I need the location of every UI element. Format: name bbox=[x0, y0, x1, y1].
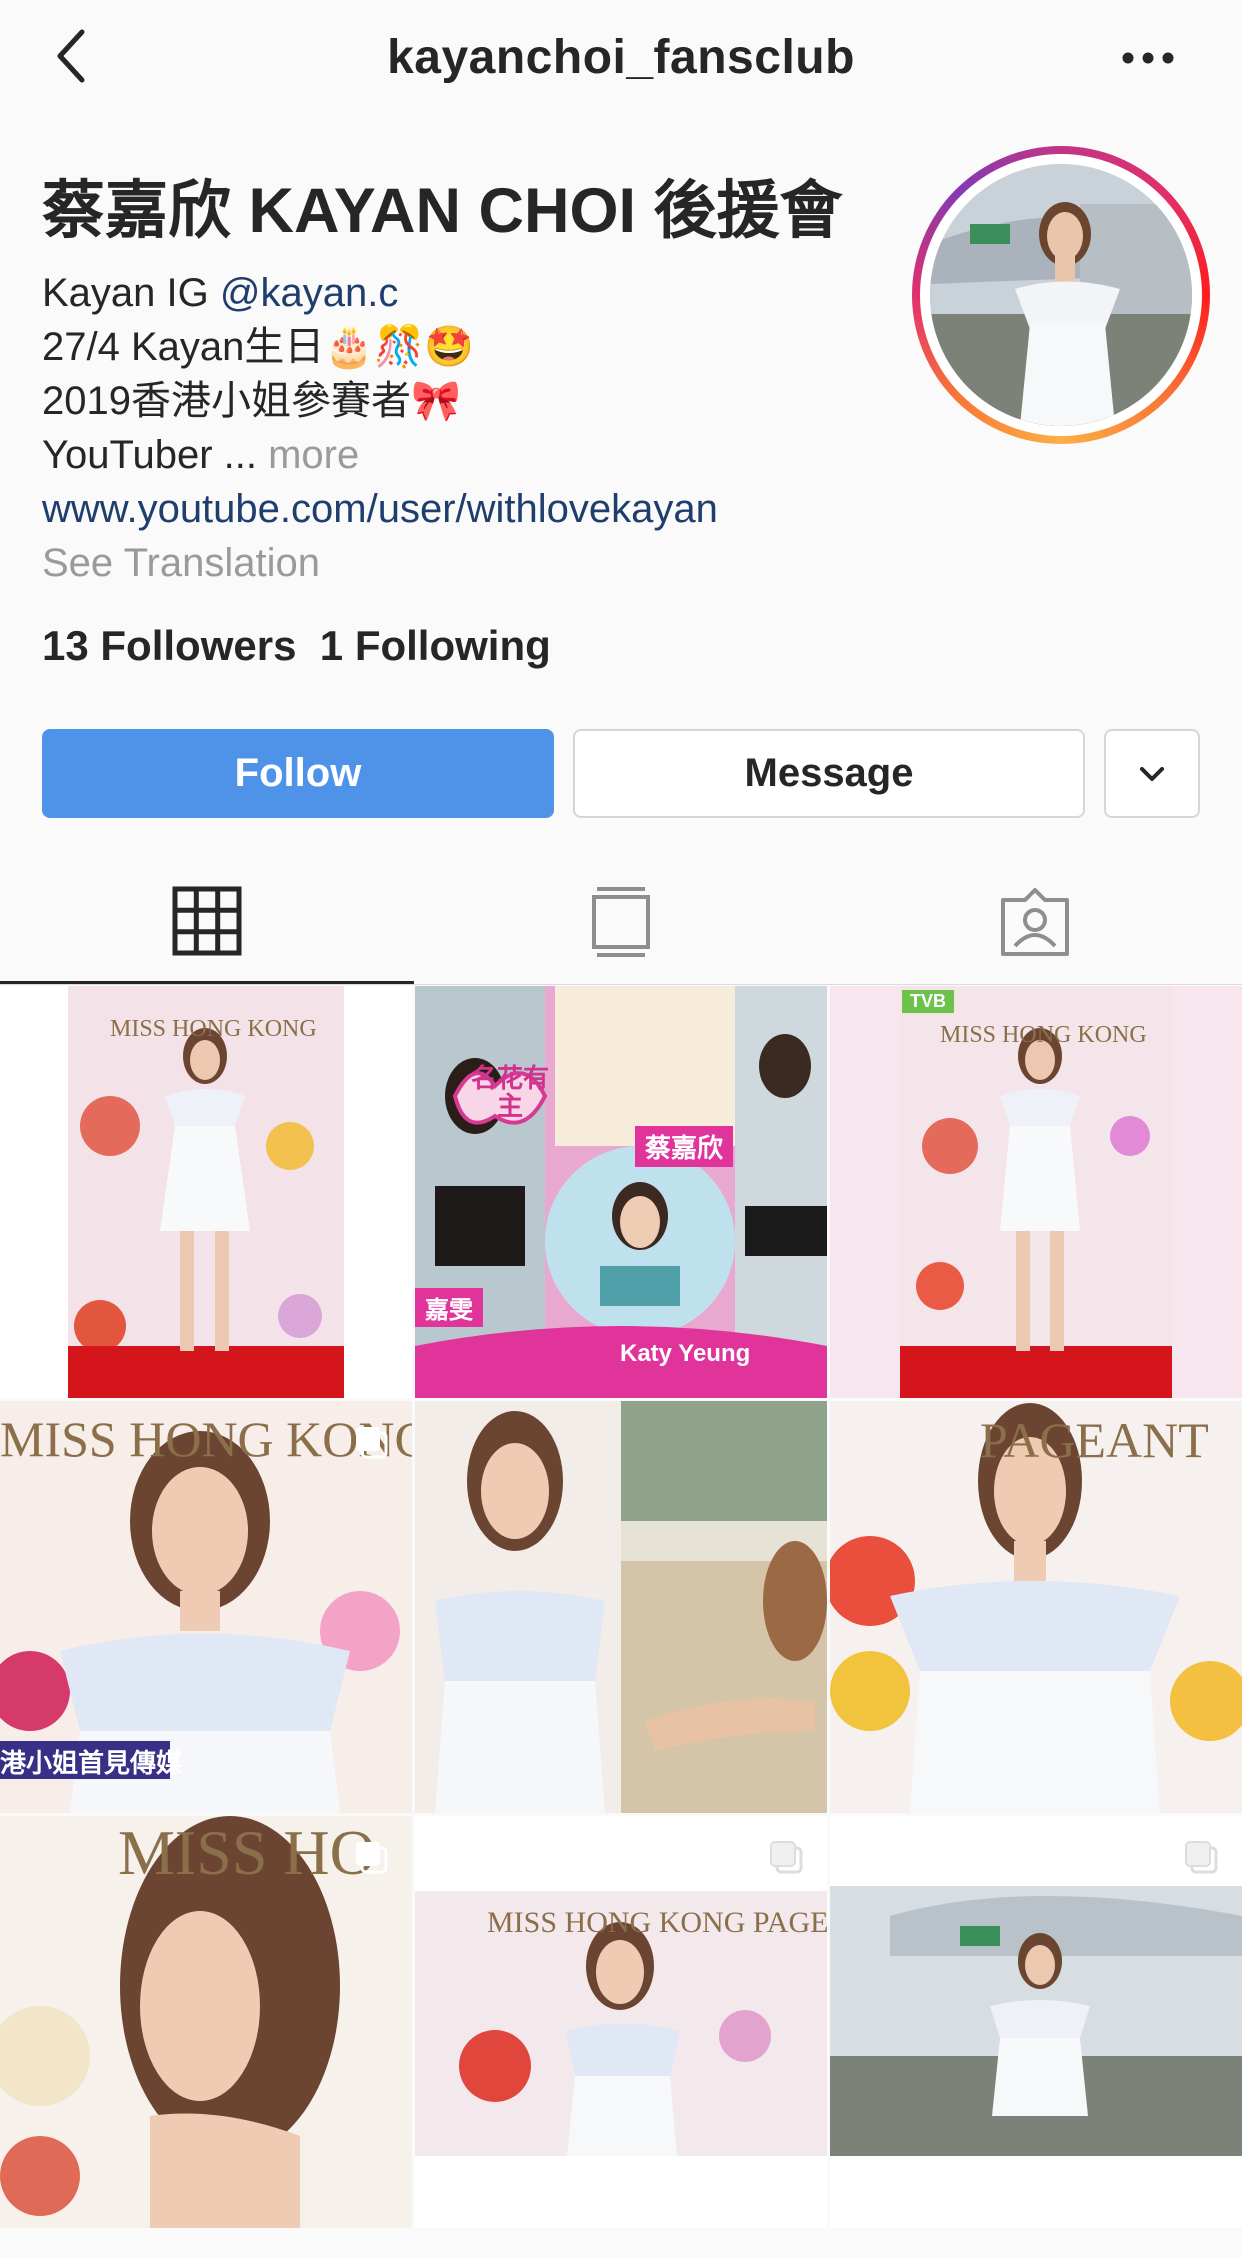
post-overlay-text: MISS HONG KONG PAGE bbox=[0, 1411, 412, 1467]
followers-stat[interactable]: 13 Followers bbox=[42, 622, 296, 669]
post-thumbnail[interactable]: MISS HONG KONG PAGE bbox=[415, 1816, 827, 2228]
tab-tagged[interactable] bbox=[828, 860, 1242, 984]
bio-more-link[interactable]: more bbox=[268, 433, 359, 477]
profile-tabs bbox=[0, 860, 1242, 985]
bio-ig-prefix: Kayan IG bbox=[42, 271, 220, 315]
tvb-logo-badge: TVB bbox=[902, 990, 954, 1013]
chevron-down-icon bbox=[1140, 766, 1164, 781]
post-thumbnail[interactable]: TVB MISS HONG KONG bbox=[830, 986, 1242, 1398]
post-caption: 港小姐首見傳媒 bbox=[0, 1748, 183, 1778]
profile-stats: 13 Followers 1 Following bbox=[42, 622, 551, 670]
bio-line-birthday: 27/4 Kayan生日🎂🎊🤩 bbox=[42, 325, 474, 369]
bio-line-youtuber: YouTuber ... more bbox=[42, 428, 718, 482]
multiple-posts-icon bbox=[770, 1841, 803, 1874]
following-label: Following bbox=[354, 622, 551, 669]
post-thumbnail[interactable]: 名花有主 蔡嘉欣 Katy Yeung 嘉雯 bbox=[415, 986, 827, 1398]
post-overlay-text: 名花有主 bbox=[470, 1063, 549, 1121]
tagged-icon bbox=[1001, 888, 1069, 956]
bio-website-link[interactable]: www.youtube.com/user/withlovekayan bbox=[42, 482, 718, 536]
ellipsis-icon[interactable] bbox=[1118, 28, 1178, 88]
suggested-dropdown-button[interactable] bbox=[1104, 729, 1200, 818]
multiple-posts-icon bbox=[1185, 1841, 1218, 1874]
multiple-posts-icon bbox=[356, 1842, 388, 1874]
followers-count: 13 bbox=[42, 622, 89, 669]
post-caption: 蔡嘉欣 bbox=[635, 1126, 734, 1167]
following-stat[interactable]: 1 Following bbox=[320, 622, 551, 669]
igtv-icon bbox=[592, 887, 650, 957]
post-caption: 嘉雯 bbox=[415, 1288, 483, 1327]
post-thumbnail[interactable]: MISS HONG KONG PAGE 港小姐首見傳媒 bbox=[0, 1401, 412, 1813]
bio-youtuber-text: YouTuber ... bbox=[42, 433, 269, 477]
top-bar: kayanchoi_fansclub bbox=[0, 0, 1242, 120]
tab-grid[interactable] bbox=[0, 860, 414, 984]
multiple-posts-icon bbox=[356, 1427, 388, 1459]
post-overlay-text: PAGEANT bbox=[980, 1412, 1209, 1468]
post-thumbnail[interactable]: MISS HONG KONG bbox=[0, 986, 412, 1398]
see-translation-link[interactable]: See Translation bbox=[42, 536, 718, 590]
profile-display-name: 蔡嘉欣 KAYAN CHOI 後援會 bbox=[42, 176, 843, 246]
message-button[interactable]: Message bbox=[573, 729, 1085, 818]
bio-mention-link[interactable]: @kayan.c bbox=[220, 271, 398, 315]
following-count: 1 bbox=[319, 622, 344, 669]
post-thumbnail[interactable] bbox=[415, 1401, 827, 1813]
followers-label: Followers bbox=[100, 622, 297, 669]
profile-bio: Kayan IG @kayan.c 27/4 Kayan生日🎂🎊🤩 2019香港… bbox=[42, 266, 718, 590]
post-overlay-text: MISS HONG KONG PAGE bbox=[487, 1906, 827, 1939]
post-thumbnail[interactable]: MISS HO bbox=[0, 1816, 412, 2228]
bio-line-ig: Kayan IG @kayan.c bbox=[42, 266, 718, 320]
profile-username-title: kayanchoi_fansclub bbox=[387, 31, 855, 84]
tab-igtv[interactable] bbox=[414, 860, 828, 984]
post-thumbnail[interactable]: PAGEANT bbox=[830, 1401, 1242, 1813]
bio-line-pageant: 2019香港小姐參賽者🎀 bbox=[42, 379, 461, 423]
post-overlay-text: MISS HO bbox=[118, 1817, 376, 1888]
post-overlay-text: MISS HONG KONG bbox=[110, 1016, 317, 1042]
profile-avatar-story-ring[interactable] bbox=[912, 146, 1210, 444]
grid-icon bbox=[172, 886, 242, 955]
follow-button[interactable]: Follow bbox=[42, 729, 554, 818]
post-caption: Katy Yeung bbox=[610, 1338, 761, 1370]
post-thumbnail[interactable] bbox=[830, 1816, 1242, 2228]
post-overlay-text: MISS HONG KONG bbox=[940, 1022, 1147, 1048]
avatar bbox=[930, 164, 1192, 426]
